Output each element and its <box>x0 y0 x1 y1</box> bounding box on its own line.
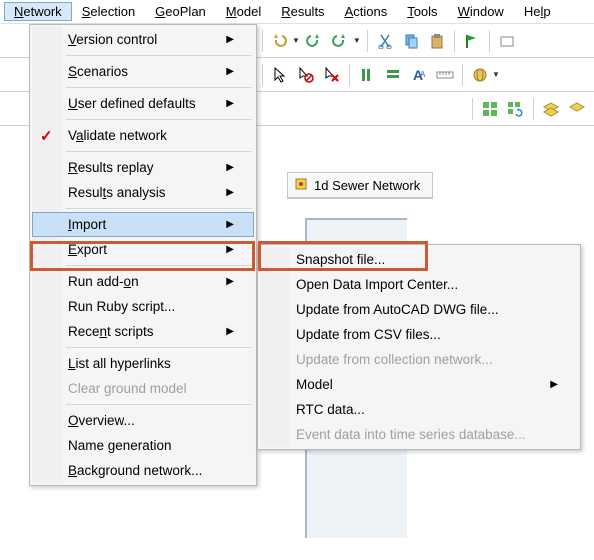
separator <box>66 265 252 266</box>
layer-icon[interactable] <box>540 98 562 120</box>
tab-sewer[interactable]: 1d Sewer Network <box>287 172 433 199</box>
menu-results-replay[interactable]: Results replay▶ <box>32 155 254 180</box>
separator <box>462 64 463 86</box>
import-submenu: Snapshot file... Open Data Import Center… <box>257 244 581 450</box>
separator <box>66 87 252 88</box>
submenu-open-data[interactable]: Open Data Import Center... <box>260 272 578 297</box>
grid-green-icon[interactable] <box>479 98 501 120</box>
pointer-cancel-icon[interactable] <box>295 64 317 86</box>
cut-icon[interactable] <box>374 30 396 52</box>
undo-icon[interactable] <box>269 30 291 52</box>
separator <box>262 30 263 52</box>
chevron-right-icon: ▶ <box>226 276 234 287</box>
separator <box>66 55 252 56</box>
separator <box>489 30 490 52</box>
menu-tools[interactable]: Tools <box>397 2 447 21</box>
pointer-icon[interactable] <box>269 64 291 86</box>
menu-export[interactable]: Export▶ <box>32 237 254 262</box>
menu-background-network[interactable]: Background network... <box>32 458 254 483</box>
network-menu: Version control▶ Scenarios▶ User defined… <box>29 24 257 486</box>
menu-recent-scripts[interactable]: Recent scripts▶ <box>32 319 254 344</box>
globe-icon[interactable] <box>469 64 491 86</box>
chevron-right-icon: ▶ <box>226 187 234 198</box>
menu-actions[interactable]: Actions <box>335 2 398 21</box>
chevron-right-icon: ▶ <box>226 98 234 109</box>
dropdown-icon[interactable]: ▼ <box>353 36 361 45</box>
align-v-icon[interactable] <box>356 64 378 86</box>
network-icon <box>294 177 310 193</box>
tab-strip: 1d Sewer Network <box>287 172 433 199</box>
copy-icon[interactable] <box>400 30 422 52</box>
submenu-update-dwg[interactable]: Update from AutoCAD DWG file... <box>260 297 578 322</box>
redo2-icon[interactable] <box>330 30 352 52</box>
chevron-right-icon: ▶ <box>550 379 558 390</box>
menu-overview[interactable]: Overview... <box>32 408 254 433</box>
separator <box>66 208 252 209</box>
check-icon: ✓ <box>40 127 53 145</box>
chevron-right-icon: ▶ <box>226 219 234 230</box>
align-h-icon[interactable] <box>382 64 404 86</box>
separator <box>262 64 263 86</box>
text-icon[interactable]: AA <box>408 64 430 86</box>
menu-geoplan[interactable]: GeoPlan <box>145 2 216 21</box>
ruler-icon[interactable] <box>434 64 456 86</box>
menu-run-ruby[interactable]: Run Ruby script... <box>32 294 254 319</box>
menu-help[interactable]: Help <box>514 2 561 21</box>
svg-text:A: A <box>420 70 426 79</box>
menu-results-analysis[interactable]: Results analysis▶ <box>32 180 254 205</box>
menu-name-generation[interactable]: Name generation <box>32 433 254 458</box>
menu-results[interactable]: Results <box>271 2 334 21</box>
chevron-right-icon: ▶ <box>226 162 234 173</box>
separator <box>66 347 252 348</box>
chevron-right-icon: ▶ <box>226 244 234 255</box>
separator <box>454 30 455 52</box>
menu-model[interactable]: Model <box>216 2 271 21</box>
menu-user-defaults[interactable]: User defined defaults▶ <box>32 91 254 116</box>
menu-window[interactable]: Window <box>448 2 514 21</box>
submenu-rtc[interactable]: RTC data... <box>260 397 578 422</box>
menu-clear-ground: Clear ground model <box>32 376 254 401</box>
submenu-snapshot[interactable]: Snapshot file... <box>260 247 578 272</box>
dropdown-icon[interactable]: ▼ <box>492 70 500 79</box>
menu-validate[interactable]: ✓Validate network <box>32 123 254 148</box>
menubar: Network Selection GeoPlan Model Results … <box>0 0 594 24</box>
separator <box>66 404 252 405</box>
redo-icon[interactable] <box>304 30 326 52</box>
separator <box>66 151 252 152</box>
chevron-right-icon: ▶ <box>226 34 234 45</box>
menu-network[interactable]: Network <box>4 2 72 21</box>
box-icon[interactable] <box>496 30 518 52</box>
paste-icon[interactable] <box>426 30 448 52</box>
menu-version-control[interactable]: Version control▶ <box>32 27 254 52</box>
separator <box>533 98 534 120</box>
tab-label: 1d Sewer Network <box>314 178 420 193</box>
grid-refresh-icon[interactable] <box>505 98 527 120</box>
submenu-model[interactable]: Model▶ <box>260 372 578 397</box>
menu-selection[interactable]: Selection <box>72 2 145 21</box>
submenu-update-collection: Update from collection network... <box>260 347 578 372</box>
separator <box>349 64 350 86</box>
chevron-right-icon: ▶ <box>226 326 234 337</box>
separator <box>367 30 368 52</box>
flag-icon[interactable] <box>461 30 483 52</box>
menu-scenarios[interactable]: Scenarios▶ <box>32 59 254 84</box>
menu-run-addon[interactable]: Run add-on▶ <box>32 269 254 294</box>
pointer-x-icon[interactable] <box>321 64 343 86</box>
separator <box>472 98 473 120</box>
menu-import[interactable]: Import▶ <box>32 212 254 237</box>
separator <box>66 119 252 120</box>
layers2-icon[interactable] <box>566 98 588 120</box>
submenu-update-csv[interactable]: Update from CSV files... <box>260 322 578 347</box>
dropdown-icon[interactable]: ▼ <box>292 36 300 45</box>
menu-list-hyperlinks[interactable]: List all hyperlinks <box>32 351 254 376</box>
submenu-event-data: Event data into time series database... <box>260 422 578 447</box>
chevron-right-icon: ▶ <box>226 66 234 77</box>
